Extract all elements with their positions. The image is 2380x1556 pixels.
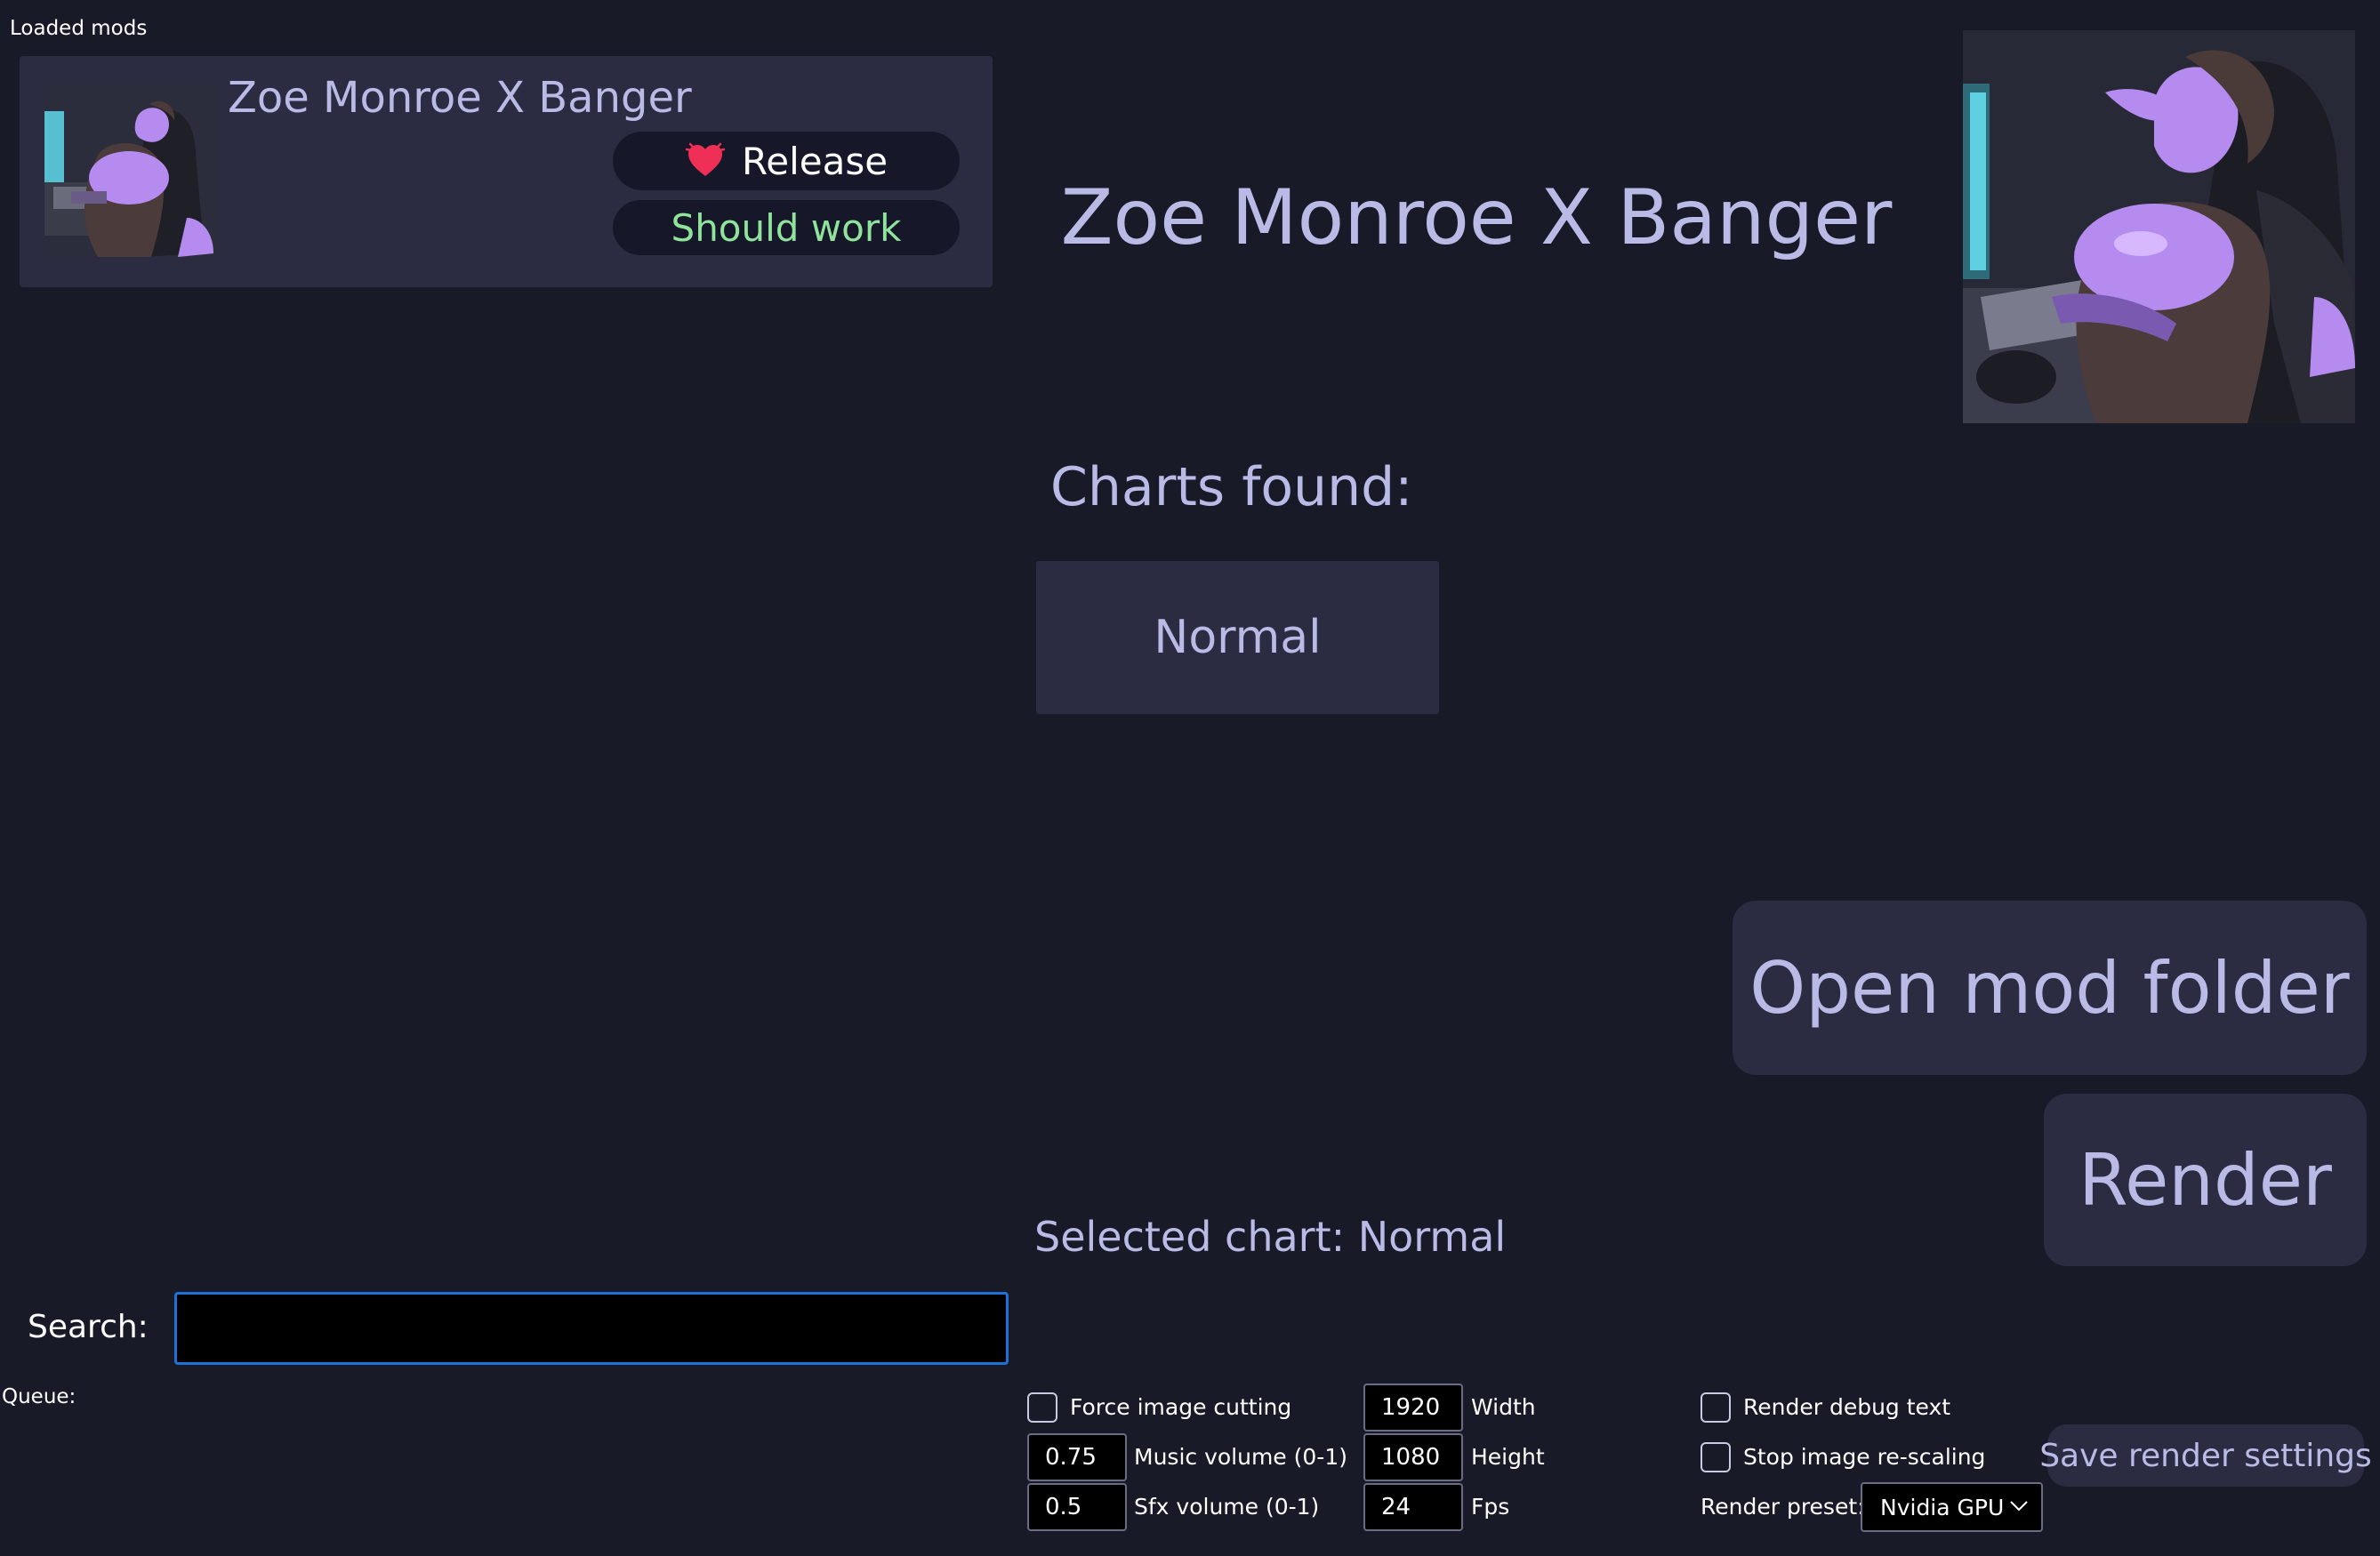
sfx-volume-label: Sfx volume (0-1) bbox=[1134, 1494, 1320, 1520]
release-label: Release bbox=[741, 139, 888, 183]
render-debug-text-checkbox[interactable] bbox=[1701, 1392, 1731, 1423]
stop-image-rescaling-checkbox[interactable] bbox=[1701, 1442, 1731, 1472]
chevron-down-icon bbox=[2010, 1501, 2028, 1512]
render-label: Render bbox=[2078, 1138, 2332, 1222]
mod-title: Zoe Monroe X Banger bbox=[1060, 173, 1893, 262]
chart-button-normal[interactable]: Normal bbox=[1036, 561, 1439, 714]
music-volume-label: Music volume (0-1) bbox=[1134, 1444, 1347, 1470]
fps-label: Fps bbox=[1471, 1494, 1510, 1520]
charts-found-label: Charts found: bbox=[1050, 456, 1413, 518]
height-field[interactable]: 1080 bbox=[1363, 1433, 1463, 1481]
fps-field[interactable]: 24 bbox=[1363, 1483, 1463, 1531]
render-debug-text-label: Render debug text bbox=[1743, 1394, 1951, 1420]
release-badge: Release bbox=[613, 132, 960, 190]
mod-card-title: Zoe Monroe X Banger bbox=[228, 73, 692, 123]
queue-label: Queue: bbox=[2, 1385, 76, 1408]
force-image-cutting-label: Force image cutting bbox=[1070, 1394, 1292, 1420]
render-button[interactable]: Render bbox=[2044, 1094, 2367, 1266]
save-render-settings-button[interactable]: Save render settings bbox=[2039, 1424, 2372, 1487]
render-preset-value: Nvidia GPU bbox=[1880, 1494, 2005, 1520]
search-label: Search: bbox=[28, 1309, 149, 1345]
stop-image-rescaling-label: Stop image re-scaling bbox=[1743, 1444, 1986, 1470]
mod-cover-image bbox=[1963, 30, 2355, 423]
mod-thumbnail bbox=[44, 84, 218, 257]
music-volume-field[interactable]: 0.75 bbox=[1027, 1433, 1127, 1481]
loaded-mods-label: Loaded mods bbox=[10, 17, 148, 40]
open-mod-folder-button[interactable]: Open mod folder bbox=[1733, 901, 2367, 1075]
compat-badge: Should work bbox=[613, 200, 960, 255]
height-label: Height bbox=[1471, 1444, 1545, 1470]
search-input[interactable] bbox=[174, 1292, 1009, 1365]
width-label: Width bbox=[1471, 1394, 1536, 1420]
selected-chart-text: Selected chart: Normal bbox=[1034, 1213, 1507, 1261]
open-mod-folder-label: Open mod folder bbox=[1749, 946, 2350, 1030]
compat-label: Should work bbox=[671, 205, 902, 250]
sfx-volume-field[interactable]: 0.5 bbox=[1027, 1483, 1127, 1531]
render-preset-label: Render preset: bbox=[1701, 1494, 1865, 1520]
width-field[interactable]: 1920 bbox=[1363, 1384, 1463, 1432]
save-render-settings-label: Save render settings bbox=[2039, 1437, 2372, 1474]
heart-icon bbox=[685, 142, 726, 176]
force-image-cutting-checkbox[interactable] bbox=[1027, 1392, 1057, 1423]
chart-button-label: Normal bbox=[1154, 611, 1322, 664]
render-preset-select[interactable]: Nvidia GPU bbox=[1861, 1482, 2043, 1532]
